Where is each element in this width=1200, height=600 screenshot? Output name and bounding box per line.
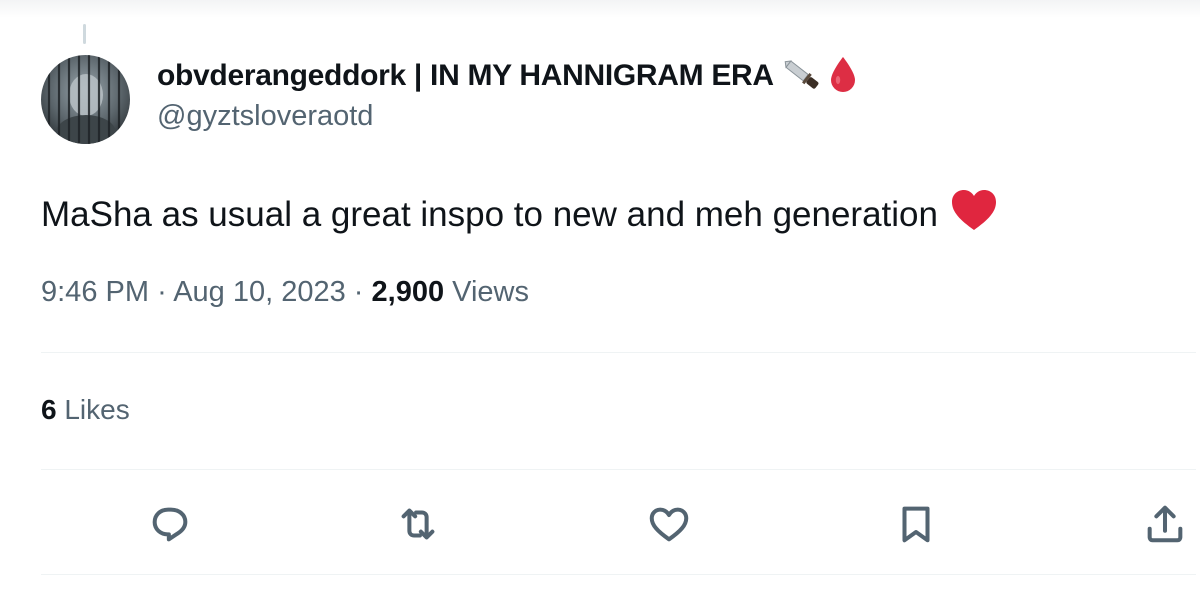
tweet-time[interactable]: 9:46 PM [41, 276, 149, 308]
likes-stat[interactable]: 6 Likes [41, 394, 130, 426]
bookmark-button[interactable] [888, 496, 944, 552]
divider-top [41, 352, 1196, 353]
views-label: Views [452, 276, 529, 308]
tweet-text: MaSha as usual a great inspo to new and … [41, 188, 998, 241]
bookmark-icon [902, 506, 930, 543]
thread-connector-line [83, 24, 86, 44]
tweet-meta: 9:46 PM · Aug 10, 2023 · 2,900 Views [41, 276, 529, 309]
share-button[interactable] [1137, 496, 1193, 552]
author-handle[interactable]: @gyztsloveraotd [157, 100, 858, 133]
top-fade [0, 0, 1200, 18]
divider-middle [41, 469, 1196, 470]
display-name-row: obvderangeddork | IN MY HANNIGRAM ERA [157, 56, 858, 96]
heart-icon [649, 507, 689, 542]
meta-separator: · [353, 276, 372, 308]
author-block: obvderangeddork | IN MY HANNIGRAM ERA @g… [157, 56, 858, 133]
like-button[interactable] [641, 496, 697, 552]
tweet-detail: obvderangeddork | IN MY HANNIGRAM ERA @g… [0, 0, 1200, 600]
display-name[interactable]: obvderangeddork | IN MY HANNIGRAM ERA [157, 59, 774, 93]
knife-icon [780, 54, 822, 99]
meta-separator: · [157, 276, 174, 308]
tweet-text-content: MaSha as usual a great inspo to new and … [41, 194, 938, 234]
likes-count: 6 [41, 394, 57, 425]
share-icon [1147, 505, 1183, 543]
retweet-button[interactable] [390, 496, 446, 552]
avatar-image [41, 55, 130, 144]
blood-drop-icon [828, 55, 858, 98]
reply-icon [152, 507, 188, 542]
red-heart-icon [950, 188, 998, 241]
divider-bottom [41, 574, 1196, 575]
views-count: 2,900 [371, 276, 445, 308]
tweet-date[interactable]: Aug 10, 2023 [173, 276, 346, 308]
retweet-icon [401, 508, 435, 540]
avatar[interactable] [41, 55, 130, 144]
reply-button[interactable] [142, 496, 198, 552]
likes-label: Likes [64, 394, 130, 425]
action-bar [0, 496, 1200, 552]
